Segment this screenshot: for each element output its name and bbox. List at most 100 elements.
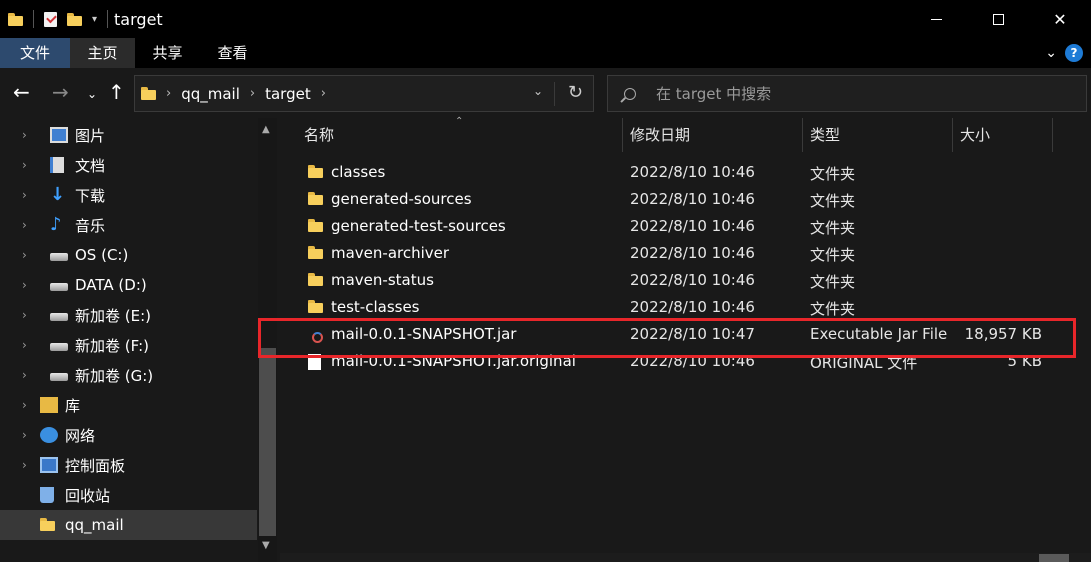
file-type: 文件夹 <box>810 165 856 183</box>
sidebar-item-label: OS (C:) <box>75 246 129 264</box>
chevron-right-icon[interactable]: › <box>22 188 27 202</box>
chevron-right-icon[interactable]: › <box>22 128 27 142</box>
navigation-bar: ← → ⌄ ↑ › qq_mail › target › ⌄ ↻ <box>0 68 1091 118</box>
minimize-icon <box>930 18 942 20</box>
sidebar-item-documents[interactable]: › 文档 <box>0 150 257 180</box>
file-row[interactable]: generated-test-sources 2022/8/10 10:46 文… <box>300 214 1070 241</box>
chevron-right-icon[interactable]: › <box>22 458 27 472</box>
file-row[interactable]: mail-0.0.1-SNAPSHOT.jar.original 2022/8/… <box>300 349 1070 376</box>
scroll-down-icon[interactable]: ▼ <box>262 540 270 551</box>
file-type: 文件夹 <box>810 300 856 318</box>
sidebar-item-recycle-bin[interactable]: 回收站 <box>0 480 257 510</box>
chevron-right-icon[interactable]: › <box>166 86 171 101</box>
scroll-up-icon[interactable]: ▲ <box>262 124 270 135</box>
file-icon <box>308 354 321 370</box>
scrollbar-thumb[interactable] <box>1039 554 1069 562</box>
sidebar-item-label: 图片 <box>75 126 106 145</box>
sidebar-item-pictures[interactable]: › 图片 <box>0 120 257 150</box>
tab-view[interactable]: 查看 <box>200 38 265 68</box>
column-header-date[interactable]: 修改日期 <box>630 118 690 152</box>
column-divider[interactable] <box>622 118 623 152</box>
file-row[interactable]: test-classes 2022/8/10 10:46 文件夹 <box>300 295 1070 322</box>
file-row[interactable]: generated-sources 2022/8/10 10:46 文件夹 <box>300 187 1070 214</box>
recent-locations-chevron-icon[interactable]: ⌄ <box>87 87 97 101</box>
sidebar-item-drive-e[interactable]: › 新加卷 (E:) <box>0 300 257 330</box>
new-folder-icon[interactable] <box>67 12 82 26</box>
file-row[interactable]: classes 2022/8/10 10:46 文件夹 <box>300 160 1070 187</box>
column-divider[interactable] <box>802 118 803 152</box>
back-arrow-icon[interactable]: ← <box>13 80 30 104</box>
file-name: maven-archiver <box>331 244 450 262</box>
horizontal-scrollbar[interactable] <box>280 553 1091 562</box>
quick-access-toolbar: ▾ <box>0 10 109 28</box>
forward-arrow-icon[interactable]: → <box>52 80 69 104</box>
file-name: mail-0.0.1-SNAPSHOT.jar.original <box>331 352 576 370</box>
pictures-icon <box>50 127 68 143</box>
chevron-right-icon[interactable]: › <box>22 368 27 382</box>
refresh-icon[interactable]: ↻ <box>568 82 583 103</box>
sidebar-item-label: 控制面板 <box>65 456 126 475</box>
file-date: 2022/8/10 10:46 <box>630 244 755 262</box>
tab-home[interactable]: 主页 <box>70 38 135 68</box>
breadcrumb-qq-mail[interactable]: qq_mail <box>181 85 240 103</box>
customize-toolbar-chevron-icon[interactable]: ▾ <box>92 14 97 25</box>
file-type: 文件夹 <box>810 246 856 264</box>
sidebar-item-drive-f[interactable]: › 新加卷 (F:) <box>0 330 257 360</box>
file-type: 文件夹 <box>810 219 856 237</box>
sidebar-item-label: 网络 <box>65 426 96 445</box>
sidebar-item-libraries[interactable]: › 库 <box>0 390 257 420</box>
divider <box>554 82 555 106</box>
chevron-right-icon[interactable]: › <box>22 428 27 442</box>
file-row[interactable]: maven-status 2022/8/10 10:46 文件夹 <box>300 268 1070 295</box>
file-row[interactable]: mail-0.0.1-SNAPSHOT.jar 2022/8/10 10:47 … <box>300 322 1070 349</box>
maximize-button[interactable] <box>967 0 1029 38</box>
chevron-right-icon[interactable]: › <box>321 86 326 101</box>
chevron-right-icon[interactable]: › <box>22 338 27 352</box>
column-header-type[interactable]: 类型 <box>810 118 840 152</box>
minimize-button[interactable] <box>905 0 967 38</box>
sidebar-item-label: DATA (D:) <box>75 276 147 294</box>
chevron-right-icon[interactable]: › <box>22 278 27 292</box>
chevron-right-icon[interactable]: › <box>250 86 255 101</box>
documents-icon <box>50 157 64 173</box>
column-divider[interactable] <box>952 118 953 152</box>
sidebar-item-downloads[interactable]: › ↓ 下载 <box>0 180 257 210</box>
help-icon[interactable]: ? <box>1065 44 1083 62</box>
tab-file[interactable]: 文件 <box>0 38 70 68</box>
sidebar-scrollbar[interactable]: ▲ ▼ <box>258 118 277 562</box>
properties-icon[interactable] <box>44 11 57 27</box>
window-controls: ✕ <box>905 0 1091 38</box>
folder-icon <box>308 273 323 286</box>
sidebar-item-qq-mail[interactable]: qq_mail <box>0 510 257 540</box>
address-bar[interactable]: › qq_mail › target › ⌄ ↻ <box>134 75 594 112</box>
chevron-right-icon[interactable]: › <box>22 248 27 262</box>
column-divider[interactable] <box>1052 118 1053 152</box>
file-list: ⌃ 名称 修改日期 类型 大小 classes 2022/8/10 10:46 … <box>280 116 1091 562</box>
search-box[interactable] <box>607 75 1087 112</box>
sidebar-item-music[interactable]: › ♪ 音乐 <box>0 210 257 240</box>
chevron-right-icon[interactable]: › <box>22 398 27 412</box>
sidebar-item-label: 新加卷 (F:) <box>75 336 149 355</box>
sidebar-item-network[interactable]: › 网络 <box>0 420 257 450</box>
up-arrow-icon[interactable]: ↑ <box>108 80 125 104</box>
file-row[interactable]: maven-archiver 2022/8/10 10:46 文件夹 <box>300 241 1070 268</box>
chevron-right-icon[interactable]: › <box>22 308 27 322</box>
chevron-right-icon[interactable]: › <box>22 218 27 232</box>
file-name: maven-status <box>331 271 434 289</box>
expand-ribbon-chevron-icon[interactable]: ⌄ <box>1045 45 1057 61</box>
tab-share[interactable]: 共享 <box>135 38 200 68</box>
sidebar-item-drive-g[interactable]: › 新加卷 (G:) <box>0 360 257 390</box>
close-button[interactable]: ✕ <box>1029 0 1091 38</box>
search-input[interactable] <box>656 84 1056 103</box>
chevron-right-icon[interactable]: › <box>22 158 27 172</box>
sidebar-item-drive-c[interactable]: › OS (C:) <box>0 240 257 270</box>
address-dropdown-chevron-icon[interactable]: ⌄ <box>533 84 543 98</box>
column-header-name[interactable]: 名称 <box>304 118 334 152</box>
scrollbar-thumb[interactable] <box>259 348 276 536</box>
folder-icon[interactable] <box>8 12 23 26</box>
column-header-size[interactable]: 大小 <box>960 118 990 152</box>
file-date: 2022/8/10 10:46 <box>630 163 755 181</box>
breadcrumb-target[interactable]: target <box>265 85 311 103</box>
sidebar-item-drive-d[interactable]: › DATA (D:) <box>0 270 257 300</box>
sidebar-item-control-panel[interactable]: › 控制面板 <box>0 450 257 480</box>
